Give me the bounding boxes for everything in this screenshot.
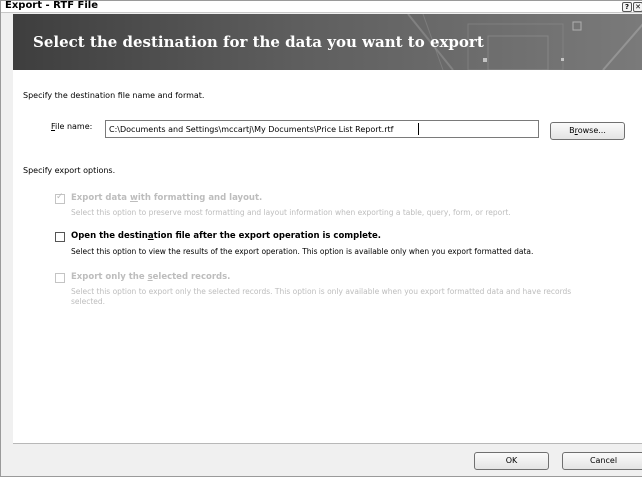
export-options-instruction: Specify export options. bbox=[23, 166, 116, 175]
export-dialog: Export - RTF File ? ✕ Select the destina… bbox=[0, 0, 642, 477]
close-icon[interactable]: ✕ bbox=[633, 2, 642, 12]
option-title-post: ith formatting and layout. bbox=[137, 193, 263, 203]
browse-label-post: owse... bbox=[577, 126, 606, 135]
option-title-post: elected records. bbox=[152, 272, 231, 282]
export-selected-records-checkbox[interactable] bbox=[55, 273, 65, 283]
header-banner: Select the destination for the data you … bbox=[13, 14, 642, 70]
text-caret bbox=[418, 123, 419, 135]
option-title-post: tion file after the export operation is … bbox=[153, 231, 381, 241]
export-with-formatting-checkbox[interactable]: ✓ bbox=[55, 192, 65, 204]
export-selected-records-description-line2: selected. bbox=[71, 297, 106, 306]
destination-instruction: Specify the destination file name and fo… bbox=[23, 91, 205, 100]
option-title-pre: Export data bbox=[71, 193, 131, 203]
option-title-pre: Open the destin bbox=[71, 231, 148, 241]
export-with-formatting-title: Export data with formatting and layout. bbox=[71, 193, 262, 203]
help-icon[interactable]: ? bbox=[622, 2, 632, 12]
export-with-formatting-description: Select this option to preserve most form… bbox=[71, 208, 511, 217]
open-destination-file-title: Open the destination file after the expo… bbox=[71, 231, 381, 241]
window-title: Export - RTF File bbox=[5, 0, 98, 11]
banner-heading: Select the destination for the data you … bbox=[33, 33, 484, 51]
content-panel: Specify the destination file name and fo… bbox=[13, 70, 642, 470]
cancel-button[interactable]: Cancel bbox=[562, 452, 642, 470]
export-selected-records-title: Export only the selected records. bbox=[71, 272, 230, 282]
ok-button[interactable]: OK bbox=[474, 452, 549, 470]
open-destination-file-checkbox[interactable] bbox=[55, 232, 65, 242]
option-title-pre: Export only the bbox=[71, 272, 148, 282]
file-name-label-rest: ile name: bbox=[55, 122, 93, 131]
file-name-label: File name: bbox=[51, 122, 92, 131]
option-title-accel: w bbox=[130, 193, 138, 203]
export-selected-records-description-line1: Select this option to export only the se… bbox=[71, 287, 572, 296]
title-bar: Export - RTF File ? ✕ bbox=[1, 0, 642, 13]
checkmark-icon: ✓ bbox=[56, 192, 64, 202]
open-destination-file-description: Select this option to view the results o… bbox=[71, 247, 534, 256]
file-name-input[interactable] bbox=[105, 120, 539, 138]
browse-button[interactable]: Browse... bbox=[550, 122, 625, 140]
